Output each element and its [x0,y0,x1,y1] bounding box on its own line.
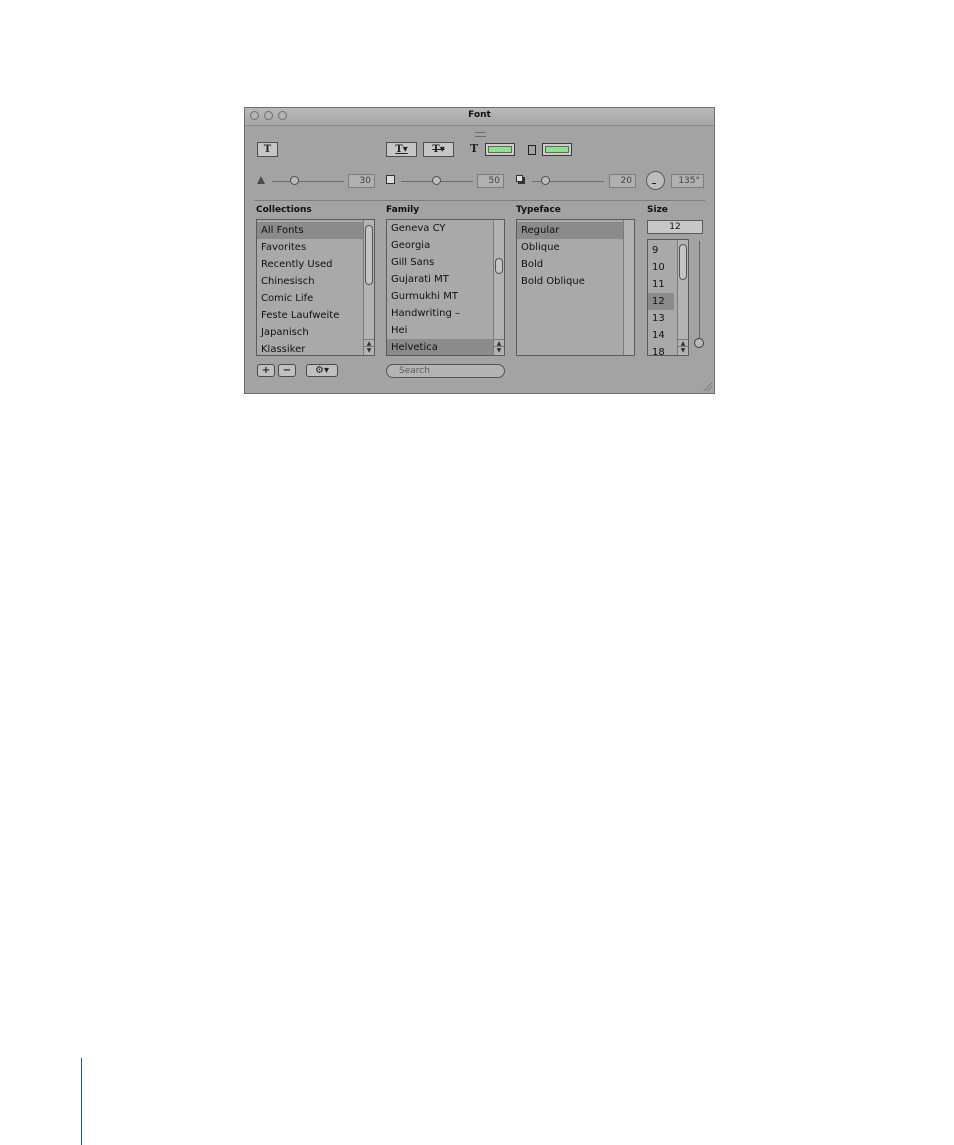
remove-collection-button[interactable]: − [278,364,296,377]
typeface-scrollbar[interactable] [623,220,634,355]
scroll-down-arrow[interactable]: ▼ [364,346,374,354]
family-item[interactable]: Gujarati MT [387,271,449,288]
shadow-offset-field[interactable]: 20 [609,174,636,188]
shadow-angle-field[interactable]: 135° [671,174,704,188]
collection-item[interactable]: Klassiker [257,341,305,355]
shadow-blur-slider[interactable] [432,176,441,185]
collection-item[interactable]: Favorites [257,239,306,256]
document-icon [528,145,536,155]
size-scrollbar[interactable]: ▲ ▼ [677,240,688,355]
action-menu-button[interactable]: ⚙▾ [306,364,338,377]
size-field[interactable]: 12 [647,220,703,234]
text-effects-button[interactable]: T [257,142,278,157]
text-color-icon: T [470,142,479,155]
size-item[interactable]: 9 [648,242,658,259]
family-item[interactable]: Georgia [387,237,430,254]
typeface-item[interactable]: Bold [517,256,543,273]
collections-header: Collections [256,205,312,215]
family-item[interactable]: Geneva CY [387,220,446,237]
add-collection-button[interactable]: + [257,364,275,377]
shadow-angle-dial[interactable] [646,171,665,190]
family-scroll-thumb[interactable] [495,258,503,274]
size-item[interactable]: 14 [648,327,665,344]
title-bar[interactable]: Font [245,108,714,126]
collection-item[interactable]: Comic Life [257,290,313,307]
resize-grip[interactable] [702,381,712,391]
size-scroll-thumb[interactable] [679,244,687,280]
font-window: Font T T▾ T▾ T 30 50 20 135° Collections… [244,107,715,394]
size-item[interactable]: 11 [648,276,665,293]
family-item[interactable]: Gurmukhi MT [387,288,458,305]
search-input[interactable]: Search [386,364,505,378]
strikethrough-button[interactable]: T▾ [423,142,454,157]
collections-scrollbar[interactable]: ▲ ▼ [363,220,374,355]
family-header: Family [386,205,420,215]
family-scrollbar[interactable]: ▲ ▼ [493,220,504,355]
size-item[interactable]: 13 [648,310,665,327]
window-title: Font [468,110,491,120]
text-color-well[interactable] [485,143,515,156]
collections-list[interactable]: All Fonts Favorites Recently Used Chines… [256,219,375,356]
shadow-opacity-field[interactable]: 30 [348,174,375,188]
scroll-down-arrow[interactable]: ▼ [678,346,688,354]
collection-item[interactable]: Feste Laufweite [257,307,339,324]
shadow-blur-field[interactable]: 50 [477,174,504,188]
collections-scroll-thumb[interactable] [365,225,373,285]
size-slider-track [699,241,700,343]
shadow-opacity-icon [257,176,265,184]
page-margin-rule [81,1058,82,1145]
drawer-handle[interactable] [475,132,486,137]
collection-item[interactable]: Recently Used [257,256,332,273]
family-item[interactable]: Helvetica [387,339,497,355]
underline-button[interactable]: T▾ [386,142,417,157]
text-color-swatch [488,146,512,153]
family-item[interactable]: Gill Sans [387,254,434,271]
shadow-blur-icon [386,175,395,184]
toolbar-divider [254,200,705,201]
scroll-down-arrow[interactable]: ▼ [494,346,504,354]
family-list[interactable]: Geneva CY Georgia Gill Sans Gujarati MT … [386,219,505,356]
typeface-item[interactable]: Oblique [517,239,560,256]
collection-item[interactable]: All Fonts [257,222,367,239]
typeface-header: Typeface [516,205,561,215]
shadow-opacity-slider[interactable] [290,176,299,185]
collection-item[interactable]: Japanisch [257,324,309,341]
family-item[interactable]: Handwriting – [387,305,460,322]
family-item[interactable]: Hei [387,322,407,339]
shadow-offset-icon [516,175,526,185]
document-color-swatch [545,146,569,153]
typeface-item[interactable]: Bold Oblique [517,273,585,290]
size-list[interactable]: 9 10 11 12 13 14 18 ▲ ▼ [647,239,689,356]
collection-item[interactable]: Chinesisch [257,273,315,290]
size-slider[interactable] [694,338,704,348]
size-item[interactable]: 10 [648,259,665,276]
size-item[interactable]: 18 [648,344,665,355]
shadow-opacity-track [272,181,344,182]
document-color-well[interactable] [542,143,572,156]
angle-indicator [652,183,656,184]
typeface-item[interactable]: Regular [517,222,627,239]
typeface-list[interactable]: Regular Oblique Bold Bold Oblique [516,219,635,356]
shadow-offset-slider[interactable] [541,176,550,185]
size-header: Size [647,205,668,215]
size-item[interactable]: 12 [648,293,674,310]
